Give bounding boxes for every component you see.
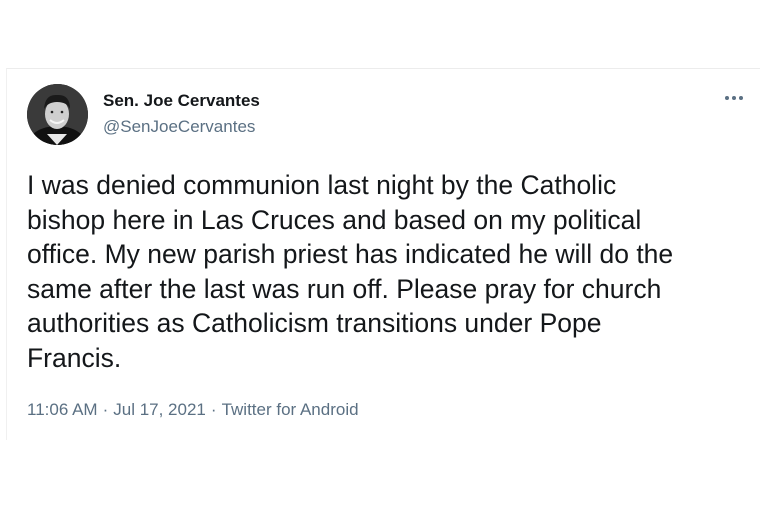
tweet-card: Sen. Joe Cervantes @SenJoeCervantes I wa… (6, 68, 760, 440)
tweet-text: I was denied communion last night by the… (27, 170, 674, 373)
meta-separator: · (102, 400, 109, 419)
avatar[interactable] (27, 84, 88, 145)
tweet-source[interactable]: Twitter for Android (222, 400, 359, 419)
tweet-time[interactable]: 11:06 AM (27, 400, 98, 419)
meta-separator: · (210, 400, 217, 419)
author-handle[interactable]: @SenJoeCervantes (103, 117, 255, 137)
more-horizontal-icon (725, 96, 743, 100)
profile-photo-icon (27, 84, 88, 145)
tweet-date[interactable]: Jul 17, 2021 (113, 400, 206, 419)
more-options-button[interactable] (722, 89, 746, 107)
tweet-meta: 11:06 AM · Jul 17, 2021 · Twitter for Androi… (27, 400, 359, 420)
author-display-name[interactable]: Sen. Joe Cervantes (103, 91, 260, 111)
